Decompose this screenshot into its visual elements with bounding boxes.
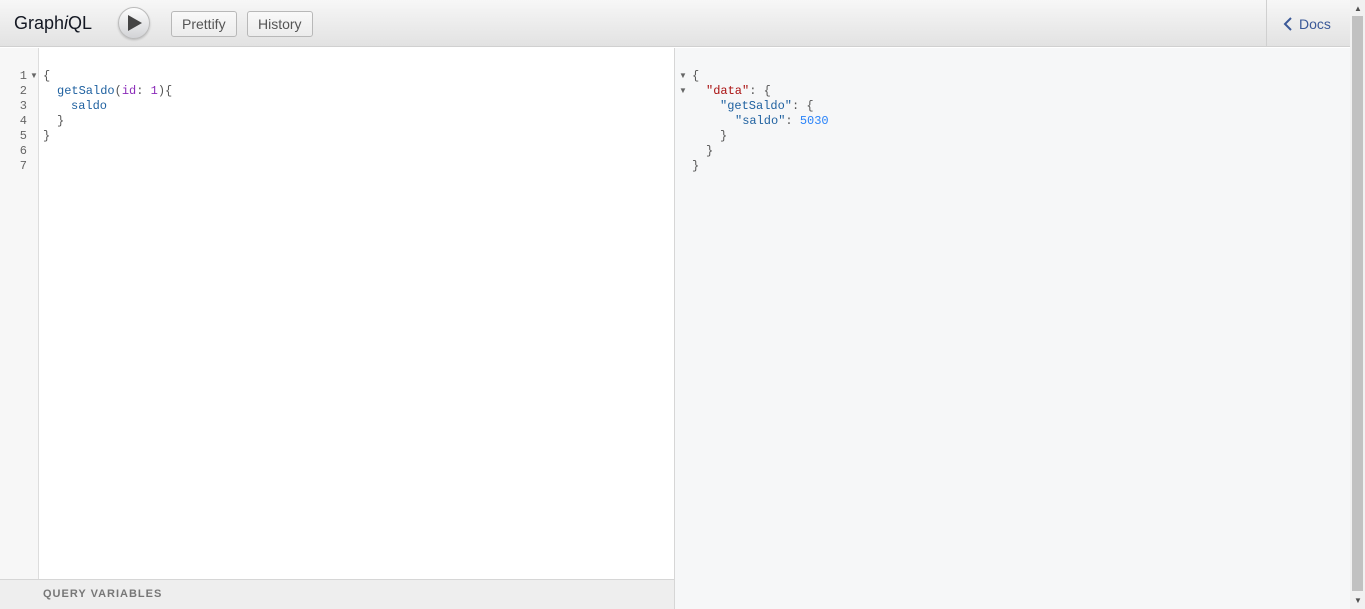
query-line: saldo (71, 99, 108, 113)
app-title: GraphiQL (14, 13, 93, 33)
line-number: 5 (19, 129, 27, 143)
docs-label: Docs (1299, 16, 1331, 32)
prettify-button[interactable]: Prettify (171, 11, 237, 37)
scroll-down-arrow-icon[interactable]: ▼ (1354, 596, 1362, 605)
result-line: "data": { (706, 84, 771, 98)
query-variables-title: QUERY VARIABLES (43, 588, 163, 600)
query-line: getSaldo(id: 1){ (57, 84, 173, 98)
page-scrollbar[interactable]: ▲ ▼ (1350, 0, 1365, 609)
query-line: { (43, 69, 51, 83)
result-viewer: ▼ ▼ { "data": { "getSaldo": { "saldo": 5… (675, 48, 1350, 609)
fold-arrow-icon[interactable]: ▼ (30, 71, 38, 80)
fold-arrow-icon[interactable]: ▼ (679, 71, 687, 80)
line-number: 6 (19, 144, 27, 158)
query-line: } (43, 129, 51, 143)
scroll-up-arrow-icon[interactable]: ▲ (1354, 4, 1362, 13)
result-line: } (706, 144, 714, 158)
line-number: 3 (19, 99, 27, 113)
query-editor[interactable]: 1 ▼ 2 3 4 5 6 7 { getSaldo(id: 1){ saldo… (0, 48, 674, 579)
play-icon (128, 15, 142, 31)
toolbar: GraphiQL Prettify History Docs (0, 0, 1350, 47)
fold-arrow-icon[interactable]: ▼ (679, 86, 687, 95)
line-number: 7 (19, 159, 27, 173)
line-number-gutter: 1 ▼ 2 3 4 5 6 7 (0, 48, 39, 579)
result-line: } (720, 129, 728, 143)
docs-button[interactable]: Docs (1266, 0, 1350, 46)
result-line: { (692, 69, 700, 83)
query-variables-bar[interactable]: QUERY VARIABLES (0, 579, 674, 609)
result-line: } (692, 159, 700, 173)
scrollbar-thumb[interactable] (1352, 16, 1363, 591)
result-line: "getSaldo": { (720, 99, 814, 113)
chevron-left-icon (1283, 17, 1292, 31)
result-line: "saldo": 5030 (735, 114, 829, 128)
execute-query-button[interactable] (118, 7, 150, 39)
line-number: 4 (19, 114, 27, 128)
line-number: 2 (19, 84, 27, 98)
history-button[interactable]: History (247, 11, 313, 37)
query-line: } (57, 114, 65, 128)
line-number: 1 (19, 69, 27, 83)
